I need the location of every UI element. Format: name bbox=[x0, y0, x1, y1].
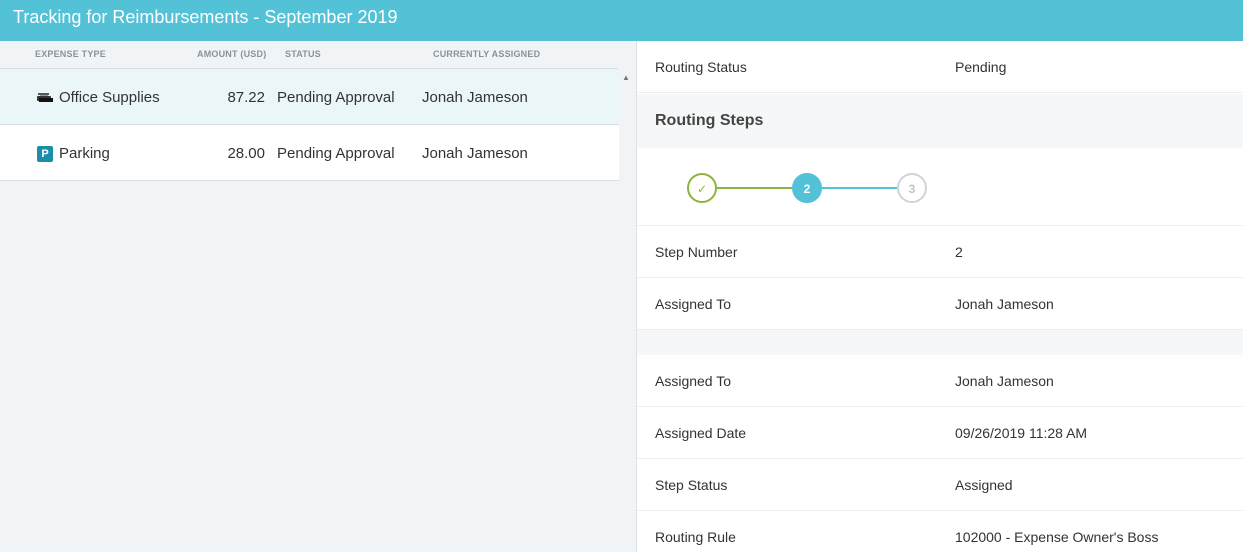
step-connector-active bbox=[822, 187, 897, 189]
expense-assigned: Jonah Jameson bbox=[422, 145, 528, 162]
expense-amount: 28.00 bbox=[227, 145, 265, 162]
table-row[interactable]: P Parking 28.00 Pending Approval Jonah J… bbox=[0, 125, 619, 181]
parking-icon: P bbox=[37, 146, 53, 162]
routing-rule-value: 102000 - Expense Owner's Boss bbox=[955, 529, 1159, 545]
expense-type: Parking bbox=[59, 145, 110, 162]
assigned-to-label: Assigned To bbox=[655, 296, 732, 312]
routing-steps-title: Routing Steps bbox=[655, 112, 764, 129]
expense-list-panel: EXPENSE TYPE AMOUNT (USD) STATUS CURRENT… bbox=[0, 41, 636, 552]
step-status-value: Assigned bbox=[955, 477, 1013, 493]
step-3-pending[interactable]: 3 bbox=[897, 173, 927, 203]
assigned-date-label: Assigned Date bbox=[655, 425, 747, 441]
routing-status-value: Pending bbox=[955, 59, 1007, 75]
column-header-expense-type[interactable]: EXPENSE TYPE bbox=[35, 49, 106, 59]
expense-status: Pending Approval bbox=[277, 145, 395, 162]
expense-status: Pending Approval bbox=[277, 89, 395, 106]
step-number-row: Step Number 2 bbox=[637, 226, 1243, 278]
section-spacer bbox=[637, 330, 1243, 355]
routing-steps-header: Routing Steps bbox=[637, 94, 1243, 148]
expense-type: Office Supplies bbox=[59, 89, 160, 106]
column-header-amount[interactable]: AMOUNT (USD) bbox=[197, 49, 266, 59]
assigned-to-row-2: Assigned To Jonah Jameson bbox=[637, 355, 1243, 407]
step-status-label: Step Status bbox=[655, 477, 728, 493]
page-header: Tracking for Reimbursements - September … bbox=[0, 0, 1243, 41]
assigned-to-row: Assigned To Jonah Jameson bbox=[637, 278, 1243, 330]
step-connector-complete bbox=[717, 187, 792, 189]
assigned-to-label: Assigned To bbox=[655, 373, 732, 389]
page-title: Tracking for Reimbursements - September … bbox=[13, 7, 398, 27]
step-number-value: 2 bbox=[955, 244, 963, 260]
routing-rule-row: Routing Rule 102000 - Expense Owner's Bo… bbox=[637, 511, 1243, 552]
step-2-current[interactable]: 2 bbox=[792, 173, 822, 203]
expense-assigned: Jonah Jameson bbox=[422, 89, 528, 106]
step-status-row: Step Status Assigned bbox=[637, 459, 1243, 511]
table-header: EXPENSE TYPE AMOUNT (USD) STATUS CURRENT… bbox=[0, 41, 618, 69]
printer-icon bbox=[37, 93, 53, 102]
expense-table-body: Office Supplies 87.22 Pending Approval J… bbox=[0, 69, 619, 181]
routing-stepper: ✓ 2 3 bbox=[637, 148, 1243, 226]
table-row[interactable]: Office Supplies 87.22 Pending Approval J… bbox=[0, 69, 619, 125]
routing-rule-label: Routing Rule bbox=[655, 529, 736, 545]
detail-panel: Routing Status Pending Routing Steps ✓ 2… bbox=[637, 41, 1243, 552]
step-number-label: Step Number bbox=[655, 244, 738, 260]
scroll-up-arrow-icon[interactable]: ▲ bbox=[622, 73, 630, 82]
routing-status-label: Routing Status bbox=[655, 59, 747, 75]
expense-amount: 87.22 bbox=[227, 89, 265, 106]
column-header-status[interactable]: STATUS bbox=[285, 49, 321, 59]
step-1-checkmark-icon[interactable]: ✓ bbox=[687, 173, 717, 203]
routing-status-row: Routing Status Pending bbox=[637, 41, 1243, 93]
assigned-date-row: Assigned Date 09/26/2019 11:28 AM bbox=[637, 407, 1243, 459]
assigned-to-value: Jonah Jameson bbox=[955, 296, 1054, 312]
assigned-date-value: 09/26/2019 11:28 AM bbox=[955, 425, 1088, 441]
assigned-to-value: Jonah Jameson bbox=[955, 373, 1054, 389]
column-header-currently-assigned[interactable]: CURRENTLY ASSIGNED bbox=[433, 49, 540, 59]
